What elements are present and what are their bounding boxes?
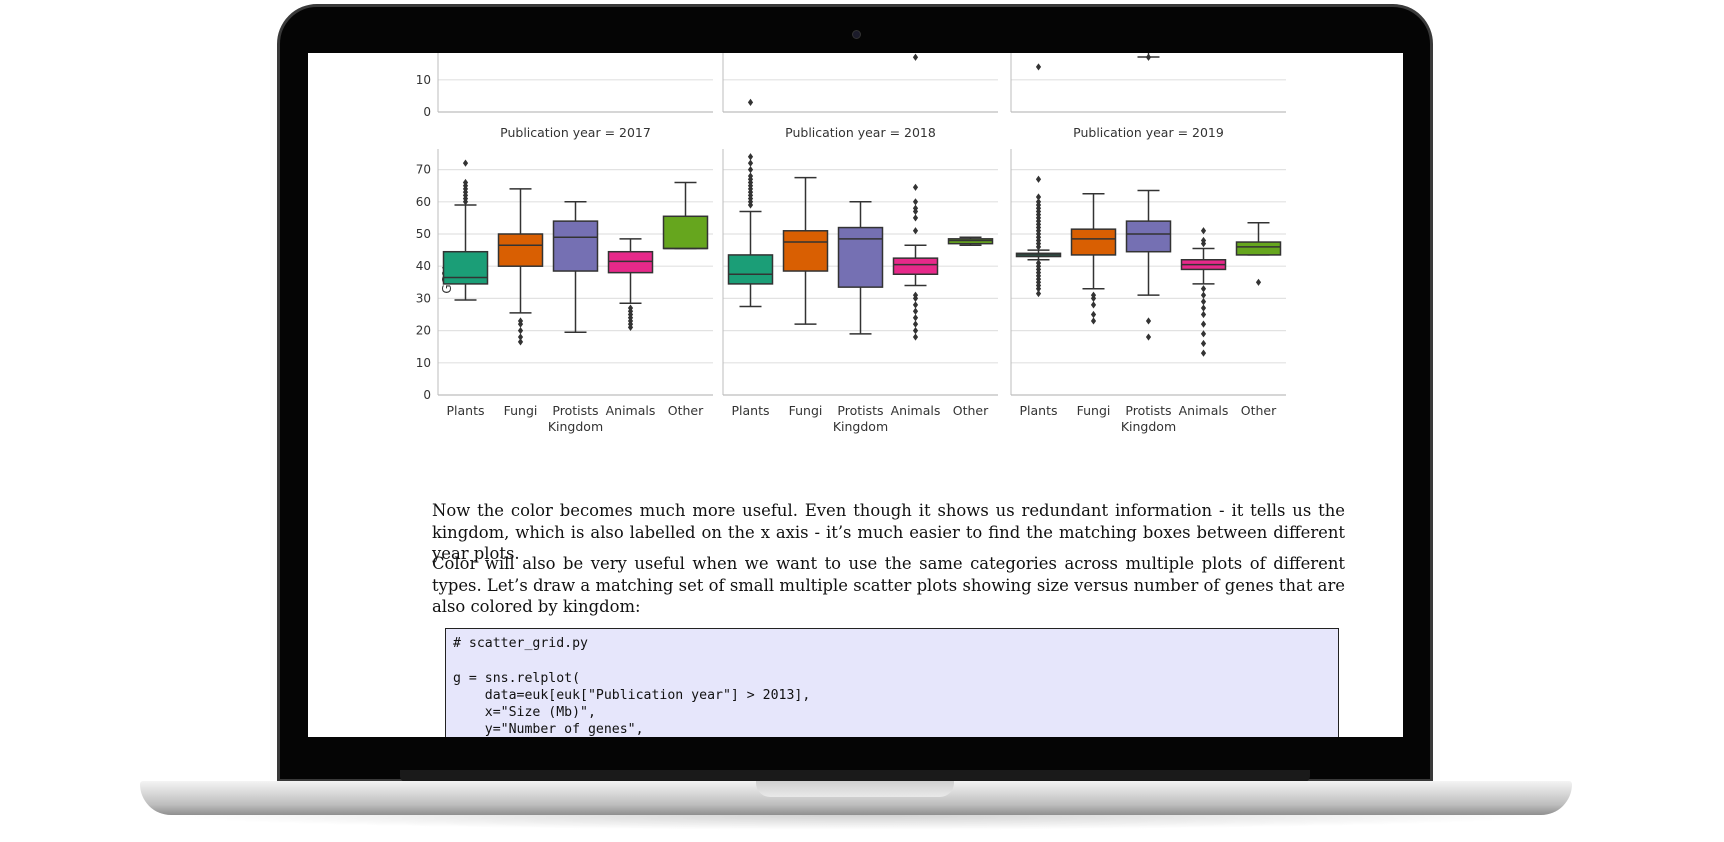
outlier-point <box>1090 310 1097 319</box>
box-fungi <box>782 230 829 272</box>
ytick-label: 40 <box>416 259 431 273</box>
top-outlier-point <box>1035 63 1042 71</box>
outlier-point <box>912 214 919 222</box>
xtick-label: Animals <box>1179 403 1229 418</box>
xtick-label: Other <box>1241 403 1277 418</box>
ytick-label: 70 <box>416 163 431 177</box>
outlier-point <box>1090 317 1097 325</box>
xtick-label: Plants <box>1019 403 1057 418</box>
top-outlier-point <box>747 98 754 106</box>
xtick-label: Fungi <box>504 403 538 418</box>
outlier-point <box>517 333 524 341</box>
outlier-point <box>912 314 919 322</box>
outlier-point <box>1200 349 1207 357</box>
code-block: # scatter_grid.pyg = sns.relplot( data=e… <box>445 628 1339 737</box>
outlier-point <box>1200 285 1207 293</box>
ytick-label: 20 <box>416 324 431 338</box>
box-other <box>947 238 994 245</box>
xtick-label: Protists <box>1125 403 1171 418</box>
code-line: x="Size (Mb)", <box>453 705 596 721</box>
box-plants <box>442 250 489 285</box>
outlier-point <box>1200 320 1207 328</box>
x-axis-label: Kingdom <box>833 419 888 434</box>
box-other <box>1235 241 1282 256</box>
outlier-point <box>1145 317 1152 325</box>
outlier-point <box>1200 304 1207 312</box>
xtick-label: Animals <box>891 403 941 418</box>
box-protists <box>837 226 884 288</box>
ytick-label: 60 <box>416 195 431 209</box>
box-protists <box>552 220 599 272</box>
box-fungi <box>1070 228 1117 256</box>
outlier-point <box>1035 175 1042 183</box>
outlier-point <box>912 327 919 335</box>
box-animals <box>892 257 939 275</box>
outlier-point <box>747 166 754 174</box>
outlier-point <box>912 320 919 328</box>
outlier-point <box>912 183 919 191</box>
outlier-point <box>912 227 919 235</box>
outlier-point <box>517 327 524 335</box>
panel-title: Publication year = 2017 <box>500 125 651 140</box>
outlier-point <box>1145 333 1152 341</box>
ytick-label: 30 <box>416 291 431 305</box>
outlier-point <box>747 159 754 167</box>
outlier-point <box>1255 278 1262 286</box>
xtick-label: Fungi <box>1077 403 1111 418</box>
outlier-point <box>747 153 754 161</box>
outlier-point <box>462 159 469 167</box>
code-line: data=euk[euk["Publication year"] > 2013]… <box>453 687 811 703</box>
xtick-label: Plants <box>731 403 769 418</box>
outlier-point <box>912 307 919 315</box>
x-axis-label: Kingdom <box>1121 419 1176 434</box>
box-plants <box>727 254 774 285</box>
outlier-point <box>912 301 919 309</box>
camera-icon <box>852 30 861 39</box>
outlier-point <box>1200 310 1207 319</box>
xtick-label: Protists <box>837 403 883 418</box>
box-animals <box>607 250 654 274</box>
ytick-label: 50 <box>416 227 431 241</box>
xtick-label: Other <box>953 403 989 418</box>
x-axis-label: Kingdom <box>548 419 603 434</box>
xtick-label: Plants <box>446 403 484 418</box>
top-ytick-label: 10 <box>416 73 431 87</box>
box-protists <box>1125 220 1172 253</box>
panel-title: Publication year = 2019 <box>1073 125 1224 140</box>
boxplot-figure: 010010203040506070GC%Publication year = … <box>416 53 1286 434</box>
panel-title: Publication year = 2018 <box>785 125 936 140</box>
code-line: y="Number of genes", <box>453 722 644 737</box>
box-other <box>662 215 709 250</box>
ytick-label: 10 <box>416 356 431 370</box>
xtick-label: Fungi <box>789 403 823 418</box>
outlier-point <box>1200 298 1207 306</box>
code-line: # scatter_grid.py <box>453 636 588 651</box>
outlier-point <box>1090 301 1097 309</box>
outlier-point <box>1200 227 1207 235</box>
box-fungi <box>497 233 544 267</box>
outlier-point <box>1035 193 1042 201</box>
top-outlier-point <box>912 53 919 61</box>
xtick-label: Animals <box>606 403 656 418</box>
laptop-notch <box>756 781 954 797</box>
outlier-point <box>1200 339 1207 348</box>
outlier-point <box>912 333 919 341</box>
outlier-point <box>1200 330 1207 338</box>
ytick-label: 0 <box>423 388 431 402</box>
outlier-point <box>912 198 919 206</box>
xtick-label: Other <box>668 403 704 418</box>
outlier-point <box>1200 291 1207 299</box>
xtick-label: Protists <box>552 403 598 418</box>
paragraph-scatter-intro: Color will also be very useful when we w… <box>432 554 1345 616</box>
top-ytick-label: 0 <box>423 105 431 119</box>
code-line: g = sns.relplot( <box>453 670 581 686</box>
laptop-screen: 010010203040506070GC%Publication year = … <box>308 53 1403 737</box>
